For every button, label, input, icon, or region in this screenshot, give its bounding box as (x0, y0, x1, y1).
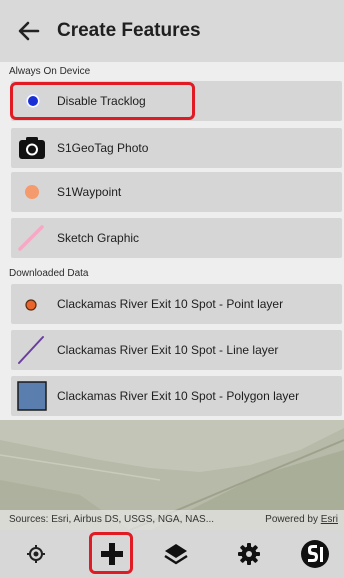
s1-logo-icon[interactable] (296, 536, 334, 572)
feature-item-label: Clackamas River Exit 10 Spot - Polygon l… (57, 389, 300, 403)
feature-item-line-layer[interactable]: Clackamas River Exit 10 Spot - Line laye… (11, 330, 342, 370)
feature-item-label: Clackamas River Exit 10 Spot - Line laye… (57, 343, 279, 357)
feature-item-label: S1GeoTag Photo (57, 141, 149, 155)
map-attribution: Sources: Esri, Airbus DS, USGS, NGA, NAS… (9, 514, 215, 525)
esri-link[interactable]: Esri (321, 514, 338, 525)
layers-icon[interactable] (157, 536, 195, 572)
add-button-highlight-outline (89, 532, 133, 574)
tracklog-highlight-outline (10, 82, 195, 120)
map-attribution-bar: Sources: Esri, Airbus DS, USGS, NGA, NAS… (0, 510, 344, 530)
settings-icon[interactable] (230, 536, 268, 572)
location-icon[interactable] (17, 536, 55, 572)
feature-item-point-layer[interactable]: Clackamas River Exit 10 Spot - Point lay… (11, 284, 342, 324)
feature-item-s1geotag-photo[interactable]: S1GeoTag Photo (11, 128, 342, 168)
powered-by-text: Powered by (265, 514, 318, 525)
feature-item-label: Sketch Graphic (57, 231, 140, 245)
feature-item-sketch-graphic[interactable]: Sketch Graphic (11, 218, 342, 258)
page-title: Create Features (57, 20, 201, 41)
feature-item-polygon-layer[interactable]: Clackamas River Exit 10 Spot - Polygon l… (11, 376, 342, 416)
header: Create Features (0, 0, 344, 62)
powered-by: Powered by Esri (265, 514, 338, 525)
polygon-symbol-icon (17, 381, 47, 416)
section-title-always-on-device: Always On Device (9, 66, 91, 77)
camera-icon (18, 136, 46, 165)
point-symbol-icon (25, 298, 37, 316)
back-arrow-icon[interactable] (14, 16, 44, 46)
line-symbol-icon (16, 334, 46, 371)
feature-item-s1waypoint[interactable]: S1Waypoint (11, 172, 342, 212)
feature-item-label: S1Waypoint (57, 185, 122, 199)
bottom-toolbar (0, 530, 344, 578)
create-features-screen: Create Features Always On Device Disable… (0, 0, 344, 578)
sketch-line-icon (17, 224, 45, 257)
waypoint-dot-icon (24, 184, 40, 205)
section-title-downloaded-data: Downloaded Data (9, 268, 89, 279)
feature-item-label: Clackamas River Exit 10 Spot - Point lay… (57, 297, 284, 311)
